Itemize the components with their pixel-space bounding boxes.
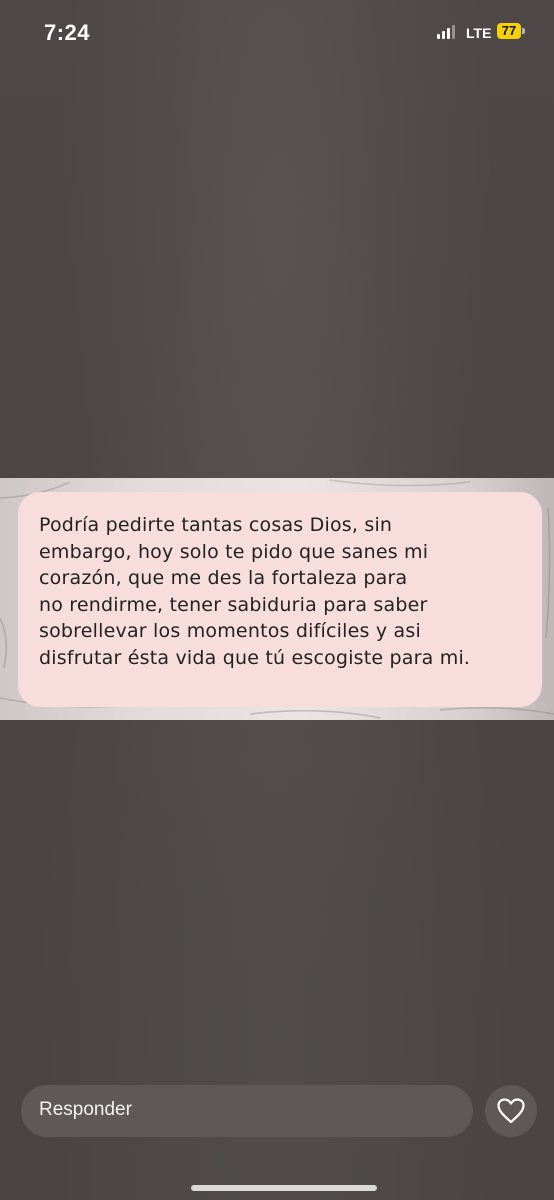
story-text-line: Podría pedirte tantas cosas Dios, sin xyxy=(39,514,393,536)
status-bar: 7:24 LTE 77 xyxy=(0,0,554,62)
story-image: Podría pedirte tantas cosas Dios, sin em… xyxy=(0,478,554,720)
heart-icon xyxy=(497,1098,525,1124)
story-text-line: sobrellevar los momentos difíciles y asi xyxy=(39,620,421,642)
like-button[interactable] xyxy=(485,1085,537,1137)
reply-placeholder: Responder xyxy=(39,1099,132,1120)
story-text-line: embargo, hoy solo te pido que sanes mi xyxy=(39,540,429,563)
home-indicator[interactable] xyxy=(191,1185,377,1191)
battery-tip xyxy=(522,28,525,34)
status-time: 7:24 xyxy=(44,20,91,45)
story-text-line: disfrutar ésta vida que tú escogiste par… xyxy=(39,646,471,669)
story-text-line: corazón, que me des la fortaleza para xyxy=(39,567,408,589)
battery-icon: 77 xyxy=(497,23,521,39)
story-text: Podría pedirte tantas cosas Dios, sin em… xyxy=(39,512,522,671)
story-text-card: Podría pedirte tantas cosas Dios, sin em… xyxy=(18,492,542,707)
story-text-line: no rendirme, tener sabiduria para saber xyxy=(39,593,428,616)
reply-input[interactable]: Responder xyxy=(21,1085,473,1137)
network-type: LTE xyxy=(466,25,492,41)
cellular-signal-icon xyxy=(437,25,457,39)
